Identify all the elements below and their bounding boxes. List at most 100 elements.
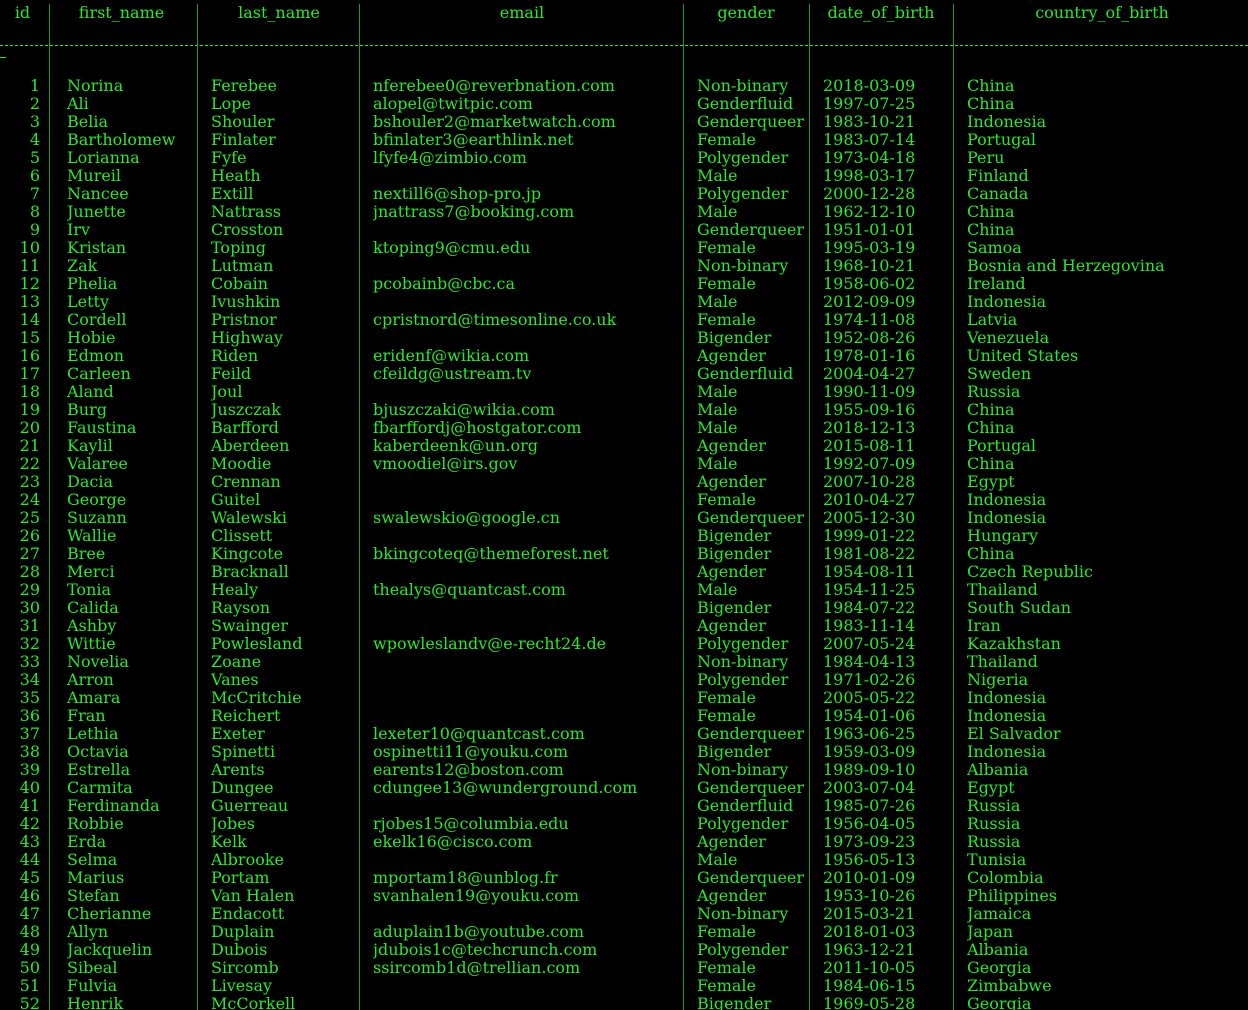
cell-country-of-birth: Canada (967, 185, 1029, 203)
cell-last-name: Guitel (211, 491, 261, 509)
cell-date-of-birth: 2000-12-28 (823, 185, 916, 203)
cell-gender: Polygender (697, 815, 789, 833)
cell-country-of-birth: China (967, 545, 1015, 563)
cell-id: 26 (19, 527, 40, 545)
cell-first-name: Nancee (67, 185, 129, 203)
cell-id: 35 (19, 689, 40, 707)
cell-last-name: Crosston (211, 221, 284, 239)
cell-email: alopel@twitpic.com (373, 95, 533, 113)
table-row: 6 Mureil Heath Male 1998-03-17 Finland (0, 167, 1248, 185)
cell-last-name: Duplain (211, 923, 275, 941)
cell-country-of-birth: Albania (967, 941, 1029, 959)
cell-first-name: Novelia (67, 653, 129, 671)
cell-date-of-birth: 1973-09-23 (823, 833, 916, 851)
cell-last-name: Swainger (211, 617, 288, 635)
cell-email: eridenf@wikia.com (373, 347, 530, 365)
cell-first-name: Valaree (67, 455, 128, 473)
cell-gender: Male (697, 851, 738, 869)
cell-country-of-birth: China (967, 221, 1015, 239)
cell-first-name: Burg (67, 401, 107, 419)
cell-id: 34 (19, 671, 40, 689)
cell-date-of-birth: 1956-04-05 (823, 815, 916, 833)
cell-last-name: Guerreau (211, 797, 289, 815)
cell-first-name: Wittie (67, 635, 116, 653)
table-row: 45 Marius Portam mportam18@unblog.fr Genderq… (0, 869, 1248, 887)
cell-id: 51 (19, 977, 40, 995)
cell-gender: Agender (697, 563, 766, 581)
cell-first-name: Sibeal (67, 959, 118, 977)
cell-id: 46 (19, 887, 40, 905)
cell-id: 6 (29, 167, 40, 185)
cell-id: 7 (29, 185, 40, 203)
cell-country-of-birth: China (967, 77, 1015, 95)
cell-gender: Bigender (697, 995, 772, 1010)
cell-email (373, 707, 683, 725)
cell-gender: Female (697, 491, 756, 509)
cell-country-of-birth: Portugal (967, 131, 1037, 149)
cell-email: wpowleslandv@e-recht24.de (373, 635, 607, 653)
cell-date-of-birth: 1983-10-21 (823, 113, 916, 131)
cell-country-of-birth: Latvia (967, 311, 1018, 329)
cell-id: 47 (19, 905, 40, 923)
terminal-window[interactable]: id first_name last_name email gender dat… (0, 0, 1248, 1010)
cell-last-name: Spinetti (211, 743, 276, 761)
cell-email: bjuszczaki@wikia.com (373, 401, 555, 419)
cell-gender: Bigender (697, 599, 772, 617)
cell-date-of-birth: 2018-12-13 (823, 419, 916, 437)
cell-last-name: Endacott (211, 905, 285, 923)
cell-country-of-birth: Zimbabwe (967, 977, 1052, 995)
cell-first-name: Letty (67, 293, 109, 311)
cell-country-of-birth: Kazakhstan (967, 635, 1061, 653)
cell-date-of-birth: 1998-03-17 (823, 167, 916, 185)
cell-gender: Female (697, 707, 756, 725)
table-row: 3 Belia Shouler bshouler2@marketwatch.com Ge… (0, 113, 1248, 131)
cell-email (373, 851, 683, 869)
cell-id: 23 (19, 473, 40, 491)
cell-first-name: Allyn (67, 923, 109, 941)
cell-gender: Polygender (697, 185, 789, 203)
table-row: 35 Amara McCritchie Female 2005-05-22 Indones… (0, 689, 1248, 707)
cell-email: cfeildg@ustream.tv (373, 365, 532, 383)
cell-last-name: Bracknall (211, 563, 289, 581)
cell-id: 50 (19, 959, 40, 977)
cell-email: fbarffordj@hostgator.com (373, 419, 582, 437)
table-row: 38 Octavia Spinetti ospinetti11@youku.com Bi… (0, 743, 1248, 761)
cell-gender: Female (697, 239, 756, 257)
cell-date-of-birth: 1984-07-22 (823, 599, 916, 617)
cell-first-name: Octavia (67, 743, 129, 761)
cell-date-of-birth: 1959-03-09 (823, 743, 916, 761)
cell-first-name: Tonia (67, 581, 112, 599)
cell-country-of-birth: China (967, 401, 1015, 419)
table-row: 52 Henrik McCorkell Bigender 1969-05-28 Georg… (0, 995, 1248, 1010)
table-row: 9 Irv Crosston Genderqueer 1951-01-01 China (0, 221, 1248, 239)
cell-email (373, 689, 683, 707)
cell-gender: Genderqueer (697, 221, 805, 239)
cell-country-of-birth: Venezuela (967, 329, 1050, 347)
header-last-name: last_name (238, 4, 320, 22)
cell-email: ktoping9@cmu.edu (373, 239, 531, 257)
cell-last-name: Kelk (211, 833, 247, 851)
cell-date-of-birth: 1971-02-26 (823, 671, 916, 689)
cell-last-name: Finlater (211, 131, 276, 149)
cell-first-name: Junette (67, 203, 126, 221)
cell-date-of-birth: 1990-11-09 (823, 383, 916, 401)
header-gender: gender (717, 4, 775, 22)
cell-id: 9 (29, 221, 40, 239)
cell-id: 19 (19, 401, 40, 419)
cell-gender: Bigender (697, 329, 772, 347)
cell-last-name: Moodie (211, 455, 272, 473)
cell-email: nferebee0@reverbnation.com (373, 77, 615, 95)
table-row: 12 Phelia Cobain pcobainb@cbc.ca Female 1958-… (0, 275, 1248, 293)
cell-email: thealys@quantcast.com (373, 581, 566, 599)
cell-first-name: Estrella (67, 761, 131, 779)
cell-email: pcobainb@cbc.ca (373, 275, 516, 293)
cell-first-name: Hobie (67, 329, 116, 347)
cell-first-name: Phelia (67, 275, 118, 293)
cell-gender: Non-binary (697, 257, 789, 275)
cell-gender: Genderqueer (697, 113, 805, 131)
cell-id: 13 (19, 293, 40, 311)
cell-first-name: Norina (67, 77, 124, 95)
cell-first-name: Carmita (67, 779, 133, 797)
cell-last-name: Exeter (211, 725, 265, 743)
cell-first-name: Merci (67, 563, 115, 581)
